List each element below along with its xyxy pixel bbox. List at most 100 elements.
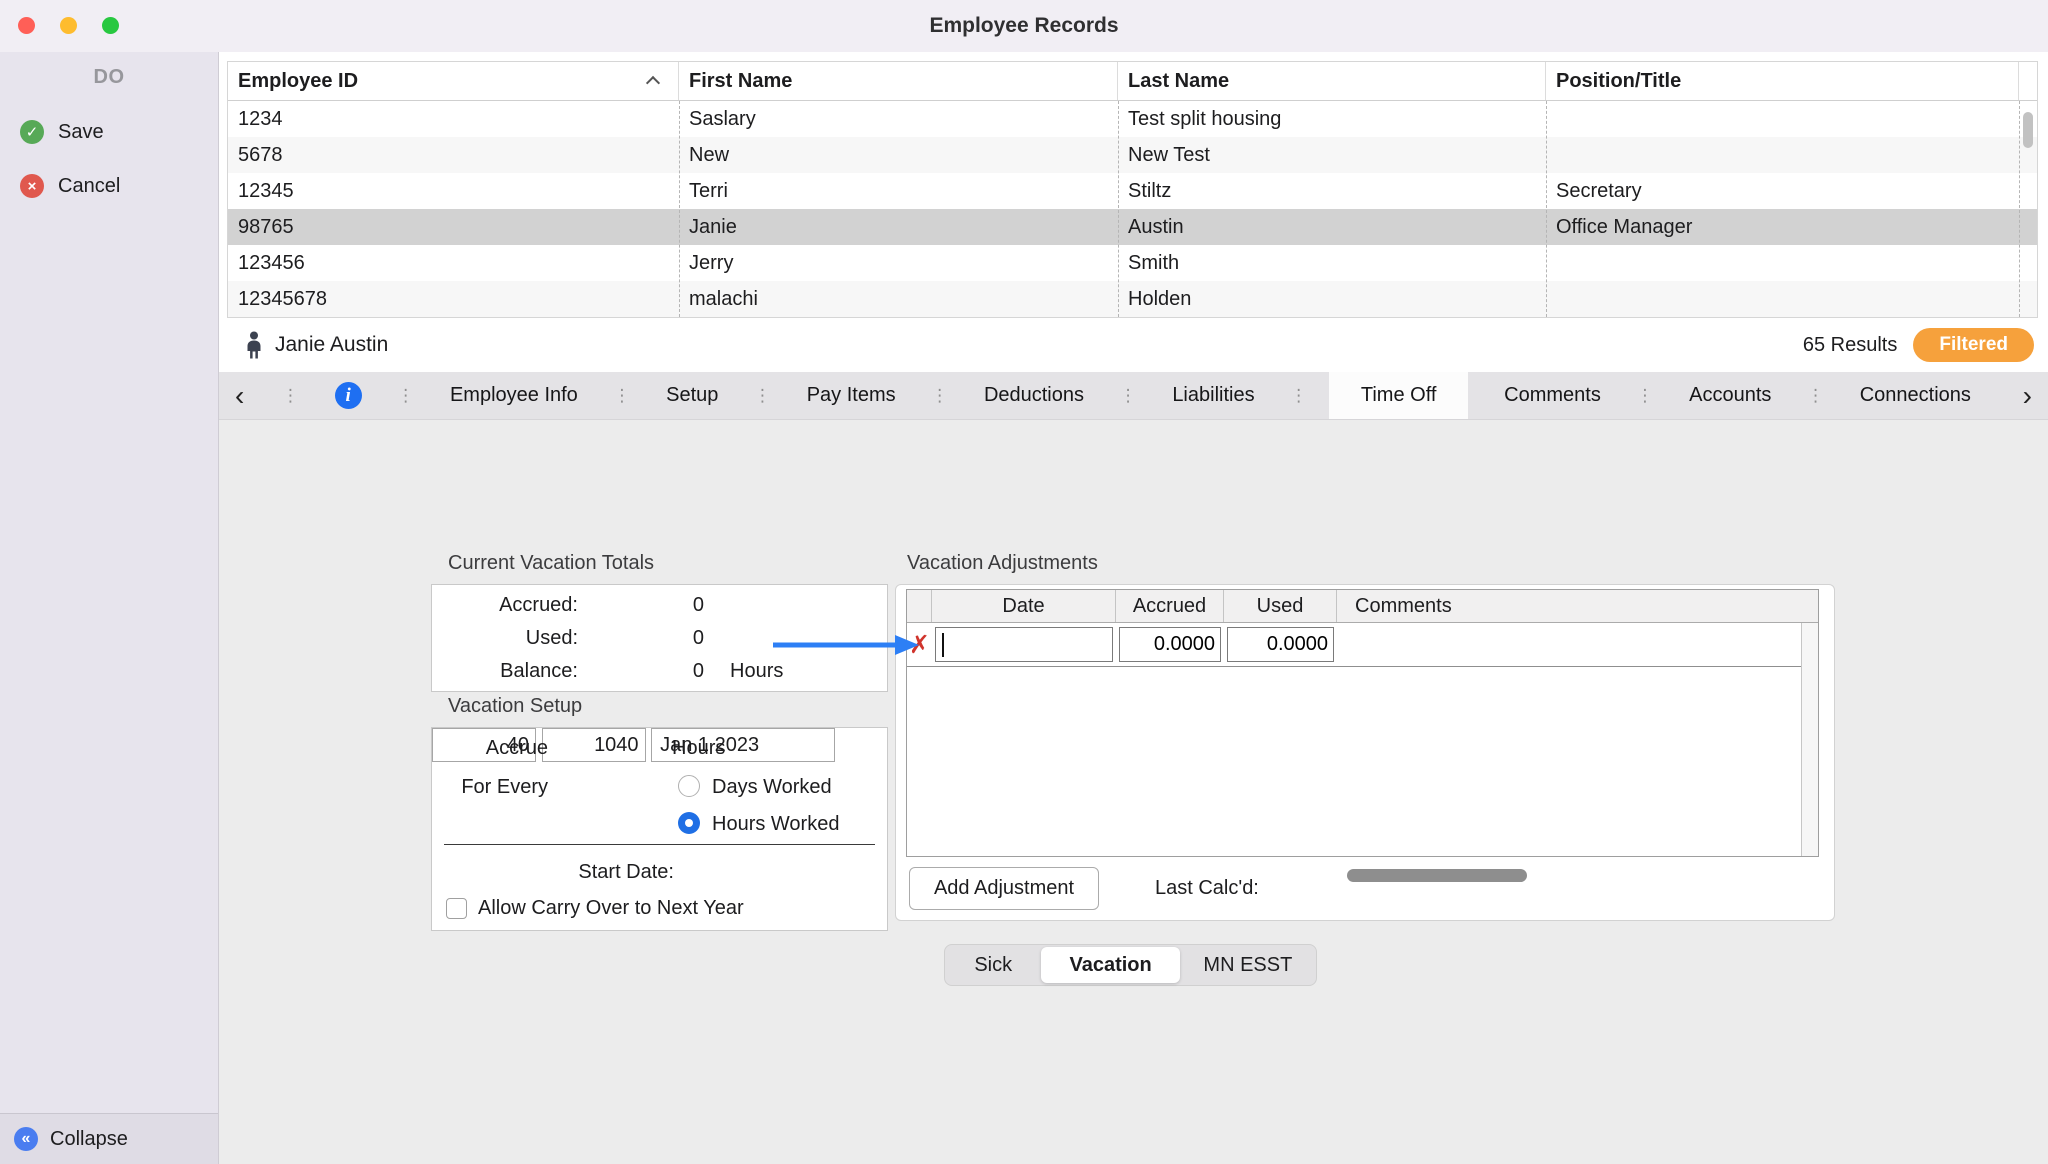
save-button[interactable]: ✓ Save bbox=[0, 109, 218, 155]
cell-position-title bbox=[1546, 137, 2019, 173]
cell-last-name: Holden bbox=[1128, 288, 1192, 310]
column-header-gutter bbox=[2019, 62, 2037, 100]
table-scrollbar-thumb[interactable] bbox=[2023, 112, 2033, 148]
tab-separator: ⋮ bbox=[397, 385, 415, 405]
title-bar: Employee Records bbox=[0, 0, 2048, 52]
cell-first-name: New bbox=[689, 144, 730, 166]
vacation-adjustments-box: Date Accrued Used Comments ✗ Add A bbox=[895, 584, 1835, 921]
vertical-scrollbar-track[interactable] bbox=[1801, 623, 1818, 856]
adjustment-accrued-input[interactable] bbox=[1119, 627, 1221, 662]
balance-label: Balance: bbox=[500, 660, 578, 682]
action-sidebar: DO ✓ Save × Cancel « Collapse bbox=[0, 52, 219, 1164]
cancel-label: Cancel bbox=[58, 174, 121, 197]
tab-comments[interactable]: Comments bbox=[1490, 372, 1615, 419]
tab-separator: ⋮ bbox=[754, 385, 772, 405]
tab-separator: ⋮ bbox=[1807, 385, 1825, 405]
cell-position-title bbox=[1546, 245, 2019, 281]
tab-connections[interactable]: Connections bbox=[1846, 372, 1985, 419]
table-row[interactable]: 12345678 malachi Holden bbox=[228, 281, 2037, 317]
adjustment-row: ✗ bbox=[907, 623, 1801, 667]
vacation-setup-title: Vacation Setup bbox=[448, 695, 583, 717]
setup-divider bbox=[444, 844, 875, 845]
hours-worked-radio[interactable] bbox=[678, 812, 700, 834]
check-icon: ✓ bbox=[20, 120, 44, 144]
cell-first-name: Terri bbox=[689, 180, 728, 202]
cell-last-name: Smith bbox=[1128, 252, 1180, 274]
column-divider bbox=[1546, 101, 1547, 317]
cell-employee-id: 1234 bbox=[238, 108, 283, 130]
tab-liabilities[interactable]: Liabilities bbox=[1158, 372, 1268, 419]
table-row[interactable]: 5678 New New Test bbox=[228, 137, 2037, 173]
column-header-last-name[interactable]: Last Name bbox=[1118, 62, 1546, 100]
accrue-label: Accrue bbox=[485, 737, 548, 759]
cell-position-title bbox=[1546, 281, 2019, 317]
add-adjustment-button[interactable]: Add Adjustment bbox=[909, 867, 1099, 910]
tab-setup[interactable]: Setup bbox=[652, 372, 732, 419]
vacation-adjustments-title: Vacation Adjustments bbox=[907, 552, 1098, 574]
adjustment-date-input[interactable] bbox=[935, 627, 1113, 662]
carry-over-checkbox[interactable] bbox=[446, 898, 467, 919]
table-body: 1234 Saslary Test split housing 5678 New… bbox=[228, 101, 2037, 317]
cell-last-name: Stiltz bbox=[1128, 180, 1172, 202]
cell-position-title: Office Manager bbox=[1556, 216, 1693, 238]
adjustment-used-input[interactable] bbox=[1227, 627, 1334, 662]
balance-value: 0 bbox=[692, 660, 704, 682]
cancel-button[interactable]: × Cancel bbox=[0, 163, 218, 209]
section-tab-bar: ‹ ⋮ i ⋮ Employee Info ⋮ Setup ⋮ Pay Item… bbox=[219, 372, 2048, 420]
for-every-input[interactable] bbox=[541, 728, 646, 762]
column-header-position-title[interactable]: Position/Title bbox=[1546, 62, 2019, 100]
tabs-scroll-left-button[interactable]: ‹ bbox=[219, 372, 260, 419]
cell-first-name: Saslary bbox=[689, 108, 756, 130]
collapse-sidebar-button[interactable]: « Collapse bbox=[0, 1113, 218, 1164]
tab-separator: ⋮ bbox=[1119, 385, 1137, 405]
tab-sick[interactable]: Sick bbox=[945, 945, 1041, 985]
tab-separator: ⋮ bbox=[613, 385, 631, 405]
cell-last-name: Test split housing bbox=[1128, 108, 1282, 130]
tab-pay-items[interactable]: Pay Items bbox=[793, 372, 910, 419]
window-title: Employee Records bbox=[929, 14, 1119, 37]
accrue-units-label: Hours bbox=[672, 737, 726, 759]
text-caret bbox=[942, 633, 944, 657]
sort-ascending-icon bbox=[645, 75, 661, 91]
delete-column-header bbox=[907, 590, 932, 622]
adjustments-header-row: Date Accrued Used Comments bbox=[907, 590, 1818, 623]
tab-time-off[interactable]: Time Off bbox=[1328, 372, 1469, 419]
column-header-first-name[interactable]: First Name bbox=[679, 62, 1118, 100]
filtered-badge[interactable]: Filtered bbox=[1913, 328, 2034, 362]
days-worked-label: Days Worked bbox=[712, 776, 832, 798]
used-value: 0 bbox=[692, 627, 704, 649]
tabs-scroll-right-button[interactable]: › bbox=[2007, 372, 2048, 419]
tab-vacation[interactable]: Vacation bbox=[1041, 947, 1180, 983]
column-divider bbox=[2019, 101, 2020, 317]
column-divider bbox=[1118, 101, 1119, 317]
table-row[interactable]: 12345 Terri Stiltz Secretary bbox=[228, 173, 2037, 209]
last-calcd-label: Last Calc'd: bbox=[1155, 877, 1259, 899]
adjustment-comments-cell[interactable] bbox=[1337, 623, 1801, 666]
collapse-label: Collapse bbox=[50, 1127, 128, 1150]
horizontal-scrollbar-thumb[interactable] bbox=[1347, 869, 1527, 882]
date-column-header: Date bbox=[932, 590, 1116, 622]
cell-first-name: Jerry bbox=[689, 252, 734, 274]
days-worked-radio[interactable] bbox=[678, 775, 700, 797]
tab-mn-esst[interactable]: MN ESST bbox=[1180, 945, 1316, 985]
leave-type-segmented-control: Sick Vacation MN ESST bbox=[944, 944, 1317, 986]
column-divider bbox=[679, 101, 680, 317]
cell-employee-id: 123456 bbox=[238, 252, 305, 274]
person-icon bbox=[247, 331, 261, 359]
tab-info[interactable]: i bbox=[321, 372, 376, 419]
current-vacation-totals-title: Current Vacation Totals bbox=[448, 552, 655, 574]
info-icon: i bbox=[334, 382, 362, 409]
tab-accounts[interactable]: Accounts bbox=[1675, 372, 1785, 419]
accrued-value: 0 bbox=[692, 594, 704, 616]
tab-employee-info[interactable]: Employee Info bbox=[436, 372, 592, 419]
table-row-selected[interactable]: 98765 Janie Austin Office Manager bbox=[228, 209, 2037, 245]
tab-deductions[interactable]: Deductions bbox=[970, 372, 1098, 419]
cell-first-name: Janie bbox=[689, 216, 737, 238]
selected-employee-name: Janie Austin bbox=[275, 333, 389, 356]
main-area: Employee ID First Name Last Name Positio… bbox=[219, 52, 2048, 1164]
column-header-employee-id[interactable]: Employee ID bbox=[228, 62, 679, 100]
table-row[interactable]: 1234 Saslary Test split housing bbox=[228, 101, 2037, 137]
vacation-setup-box: Accrue Hours For Every Days Worked Hours… bbox=[431, 727, 888, 931]
chevrons-left-icon: « bbox=[14, 1127, 38, 1151]
table-row[interactable]: 123456 Jerry Smith bbox=[228, 245, 2037, 281]
